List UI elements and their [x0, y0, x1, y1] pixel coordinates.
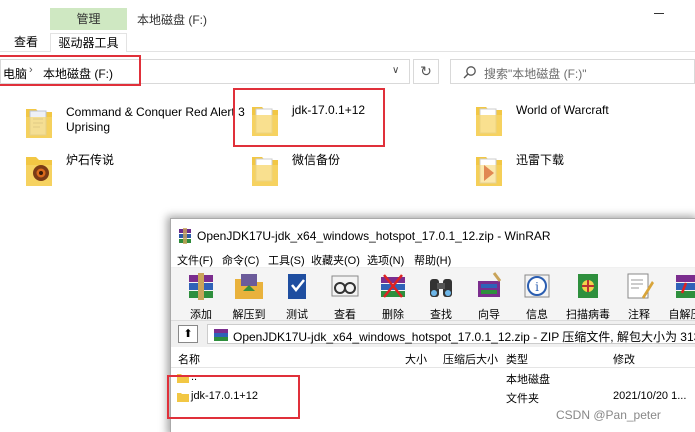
- folder-icon: [476, 157, 502, 186]
- watermark: CSDN @Pan_peter: [556, 408, 661, 422]
- toolbar-wizard-button[interactable]: 向导: [467, 271, 511, 322]
- toolbar-label: 自解压: [668, 309, 695, 321]
- toolbar-find-button[interactable]: 查找: [419, 271, 463, 322]
- file-name: 炉石传说: [66, 153, 115, 167]
- file-name: 迅雷下载: [516, 153, 565, 167]
- search-placeholder: 搜索"本地磁盘 (F:)": [484, 67, 587, 81]
- column-header-modified[interactable]: 修改: [613, 351, 635, 367]
- menu-options[interactable]: 选项(N): [367, 252, 404, 268]
- archive-path-text: OpenJDK17U-jdk_x64_windows_hotspot_17.0.…: [233, 330, 695, 344]
- chevron-down-icon[interactable]: ∨: [392, 65, 399, 76]
- column-header-size[interactable]: 大小: [405, 351, 427, 367]
- highlight-box-jdk: [233, 88, 385, 147]
- info-icon: i: [524, 274, 550, 298]
- toolbar-view-button[interactable]: 查看: [323, 271, 367, 322]
- winrar-toolbar: 添加 解压到 测试 查看 删除 查找 向导 i 信息 扫描病毒 注释 自解: [171, 268, 695, 321]
- up-folder-button[interactable]: ⬆: [178, 325, 198, 343]
- folder-icon: [476, 107, 502, 136]
- file-name: Command & Conquer Red Alert 3 Uprising: [66, 105, 245, 134]
- folder-icon: [26, 157, 52, 186]
- file-item-hearthstone[interactable]: 炉石传说: [24, 153, 154, 189]
- search-input[interactable]: 搜索"本地磁盘 (F:)": [450, 59, 695, 84]
- toolbar-virus-scan-button[interactable]: 扫描病毒: [563, 271, 613, 322]
- toolbar-label: 向导: [478, 309, 500, 321]
- file-item-wow[interactable]: World of Warcraft: [474, 103, 654, 139]
- toolbar-label: 解压到: [232, 309, 266, 321]
- file-item-cnc[interactable]: Command & Conquer Red Alert 3 Uprising: [24, 105, 245, 141]
- winrar-logo-icon: [179, 228, 191, 244]
- sfx-icon: [676, 275, 695, 298]
- toolbar-add-button[interactable]: 添加: [179, 271, 223, 322]
- toolbar-sfx-button[interactable]: 自解压: [663, 271, 695, 322]
- tab-manage[interactable]: 管理: [50, 8, 127, 30]
- screen: 管理 本地磁盘 (F:) 查看 驱动器工具 电脑 › 本地磁盘 (F:) ∨ ↻…: [0, 0, 695, 432]
- row-type: 文件夹: [506, 393, 539, 405]
- delete-icon: [381, 274, 405, 298]
- winrar-titlebar[interactable]: OpenJDK17U-jdk_x64_windows_hotspot_17.0.…: [171, 219, 695, 251]
- toolbar-delete-button[interactable]: 删除: [371, 271, 415, 322]
- file-item-wechat-backup[interactable]: 微信备份: [250, 153, 380, 189]
- menu-file[interactable]: 文件(F): [177, 252, 213, 268]
- minimize-icon[interactable]: [654, 13, 664, 14]
- menu-tools[interactable]: 工具(S): [268, 252, 305, 268]
- file-name: World of Warcraft: [516, 103, 609, 117]
- wizard-icon: [478, 272, 502, 297]
- header-divider: [171, 367, 695, 368]
- toolbar-extract-button[interactable]: 解压到: [227, 271, 271, 322]
- winrar-title: OpenJDK17U-jdk_x64_windows_hotspot_17.0.…: [197, 229, 551, 243]
- row-type: 本地磁盘: [506, 374, 550, 386]
- file-item-thunder-download[interactable]: 迅雷下载: [474, 153, 604, 189]
- toolbar-label: 扫描病毒: [566, 309, 610, 321]
- toolbar-test-button[interactable]: 测试: [275, 271, 319, 322]
- virus-scan-icon: [578, 274, 598, 298]
- refresh-button[interactable]: ↻: [413, 59, 439, 84]
- toolbar-label: 删除: [382, 309, 404, 321]
- folder-icon: [252, 157, 278, 186]
- folder-icon: [26, 109, 52, 138]
- find-binoculars-icon: [430, 279, 452, 297]
- tab-view[interactable]: 查看: [8, 33, 44, 52]
- toolbar-label: 查找: [430, 309, 452, 321]
- extract-folder-icon: [235, 274, 263, 299]
- zip-icon: [214, 329, 228, 341]
- file-name: 微信备份: [292, 153, 341, 167]
- window-title: 本地磁盘 (F:): [137, 13, 207, 27]
- toolbar-comment-button[interactable]: 注释: [617, 271, 661, 322]
- svg-text:i: i: [535, 280, 539, 294]
- menu-command[interactable]: 命令(C): [222, 252, 259, 268]
- menu-favorites[interactable]: 收藏夹(O): [311, 252, 360, 268]
- highlight-box-address: [0, 55, 141, 86]
- tab-drive-tools[interactable]: 驱动器工具: [50, 33, 127, 52]
- winrar-path-row: ⬆ OpenJDK17U-jdk_x64_windows_hotspot_17.…: [171, 321, 695, 347]
- winrar-menubar: 文件(F) 命令(C) 工具(S) 收藏夹(O) 选项(N) 帮助(H): [171, 251, 695, 267]
- toolbar-label: 信息: [526, 309, 548, 321]
- toolbar-label: 添加: [190, 309, 212, 321]
- test-icon: [288, 274, 306, 299]
- toolbar-label: 注释: [628, 309, 650, 321]
- column-header-type[interactable]: 类型: [506, 351, 528, 367]
- menu-help[interactable]: 帮助(H): [414, 252, 451, 268]
- search-icon: [463, 66, 476, 79]
- row-modified: 2021/10/20 1...: [613, 390, 687, 402]
- toolbar-info-button[interactable]: i 信息: [515, 271, 559, 322]
- toolbar-label: 查看: [334, 309, 356, 321]
- highlight-box-archive-folder: [167, 375, 300, 419]
- explorer-ribbon: 管理 本地磁盘 (F:) 查看 驱动器工具: [0, 0, 695, 52]
- column-header-name[interactable]: 名称: [178, 351, 200, 367]
- view-glasses-icon: [331, 275, 359, 297]
- comment-pen-icon: [627, 273, 654, 299]
- archive-path-field[interactable]: OpenJDK17U-jdk_x64_windows_hotspot_17.0.…: [207, 324, 695, 344]
- add-archive-icon: [189, 273, 213, 300]
- column-header-packed[interactable]: 压缩后大小: [443, 351, 498, 367]
- toolbar-label: 测试: [286, 309, 308, 321]
